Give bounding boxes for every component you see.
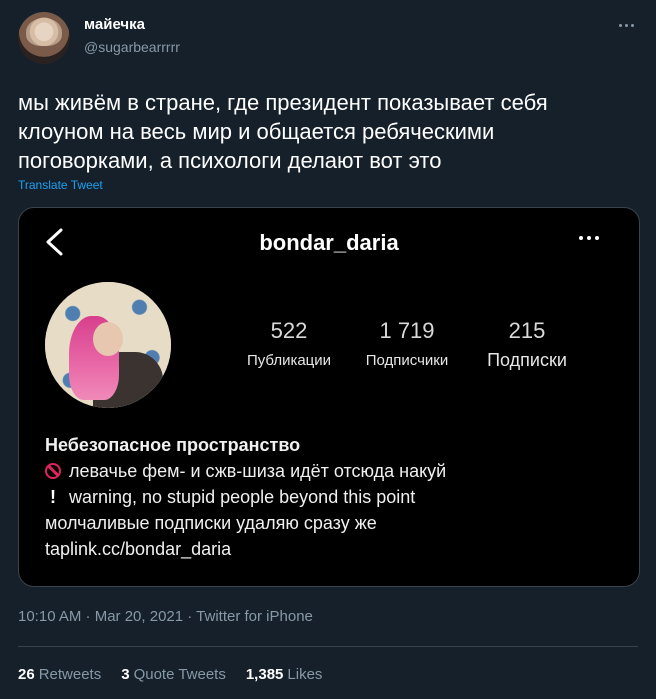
bio-line-2: ! warning, no stupid people beyond this …	[45, 484, 625, 510]
bio-line-1: левачье фем- и сжв-шиза идёт отсюда наку…	[45, 458, 625, 484]
bio-title: Небезопасное пространство	[45, 435, 301, 455]
engagement-stats: 26 Retweets 3 Quote Tweets 1,385 Likes	[18, 666, 322, 683]
stat-following: 215 Подписки	[475, 318, 579, 371]
prohibited-icon	[45, 463, 61, 479]
stat-followers-label: Подписчики	[365, 352, 449, 369]
profile-stats: 522 Публикации 1 719 Подписчики 215 Подп…	[19, 318, 639, 378]
stat-following-label: Подписки	[487, 350, 567, 370]
profile-bio: Небезопасное пространство левачье фем- и…	[45, 432, 625, 562]
author-handle[interactable]: @sugarbearrrrr	[84, 39, 180, 55]
more-icon[interactable]	[614, 16, 638, 34]
author-avatar[interactable]	[18, 12, 70, 64]
likes-count: 1,385	[245, 666, 284, 683]
tweet-timestamp[interactable]: 10:10 AM · Mar 20, 2021 · Twitter for iP…	[18, 608, 313, 625]
profile-more-icon	[579, 236, 599, 240]
profile-username: bondar_daria	[259, 230, 399, 255]
stat-followers: 1 719 Подписчики	[351, 318, 463, 369]
retweets-count: 26	[18, 666, 35, 683]
retweets-stat[interactable]: 26 Retweets	[18, 666, 101, 683]
bio-line-1-text: левачье фем- и сжв-шиза идёт отсюда наку…	[69, 461, 447, 481]
likes-stat[interactable]: 1,385 Likes	[246, 666, 323, 683]
exclamation-icon: !	[50, 487, 56, 507]
bio-line-3: молчаливые подписки удаляю сразу же	[45, 513, 377, 533]
stat-posts-label: Публикации	[246, 352, 332, 369]
quote-tweets-count: 3	[121, 666, 130, 683]
stat-posts-value: 522	[270, 318, 308, 343]
likes-label: Likes	[287, 666, 323, 683]
bio-line-2-text: warning, no stupid people beyond this po…	[69, 487, 416, 507]
quote-tweets-label: Quote Tweets	[133, 666, 226, 683]
stat-posts: 522 Публикации	[237, 318, 341, 369]
tweet-text: мы живём в стране, где президент показыв…	[18, 90, 548, 173]
stat-followers-value: 1 719	[379, 318, 435, 343]
tweet-media-image[interactable]: bondar_daria 522 Публикации 1 719 Подпис…	[18, 207, 640, 587]
author-display-name[interactable]: майечка	[84, 16, 145, 33]
translate-tweet-link[interactable]: Translate Tweet	[18, 178, 103, 192]
tweet: майечка @sugarbearrrrr мы живём в стране…	[0, 0, 656, 699]
retweets-label: Retweets	[38, 666, 102, 683]
quote-tweets-stat[interactable]: 3 Quote Tweets	[121, 666, 226, 683]
stat-following-value: 215	[508, 318, 546, 343]
divider	[18, 646, 638, 647]
bio-link: taplink.cc/bondar_daria	[45, 539, 232, 559]
